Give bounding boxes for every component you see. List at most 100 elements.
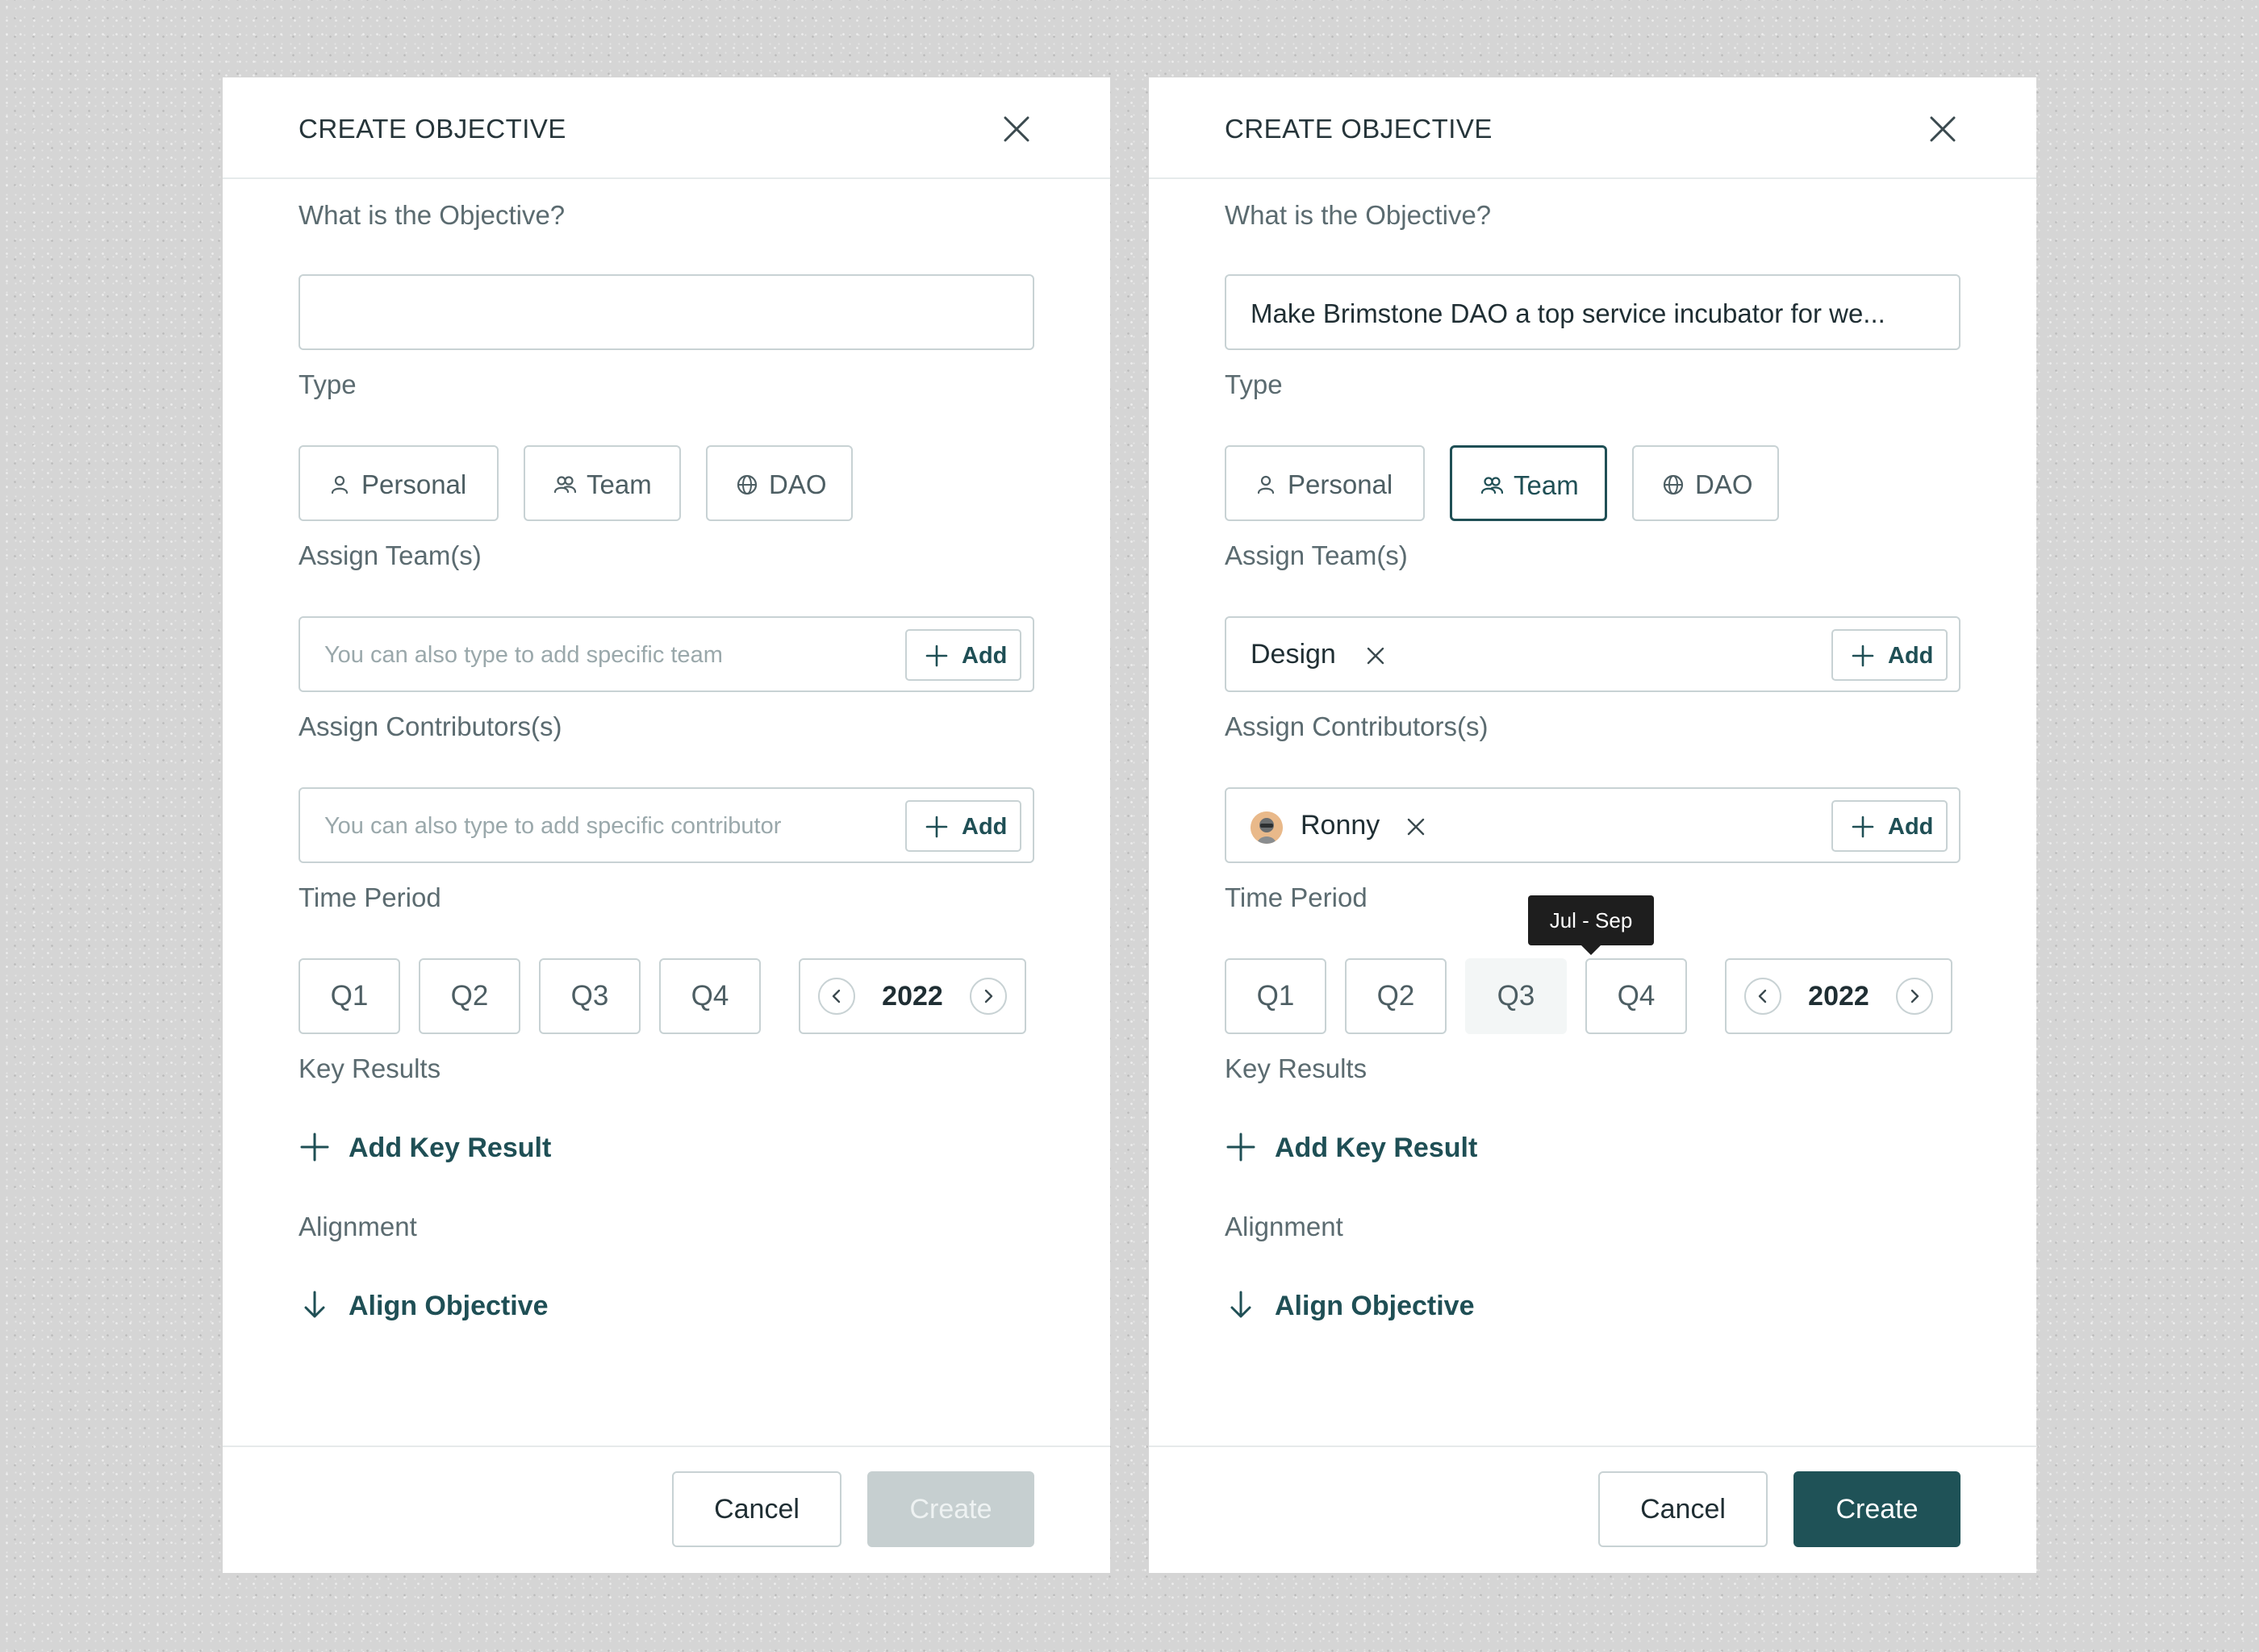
year-selector: 2022: [1725, 958, 1952, 1034]
key-results-label: Key Results: [1225, 1053, 1368, 1083]
contributor-chip-label: Ronny: [1301, 810, 1380, 841]
quarter-q2-button[interactable]: Q2: [1345, 958, 1447, 1034]
objective-label: What is the Objective?: [1225, 200, 1492, 230]
type-personal-button[interactable]: Personal: [1225, 445, 1425, 521]
quarter-tooltip: Jul - Sep: [1528, 895, 1654, 955]
objective-input[interactable]: [299, 274, 1034, 350]
quarter-q3-button[interactable]: Q3: [539, 958, 641, 1034]
tooltip-layer: Jul - Sep: [1225, 895, 1960, 955]
time-period-group: Q1 Q2 Q3 Q4 2022: [299, 958, 1034, 1034]
align-objective-label: Align Objective: [1275, 1291, 1475, 1321]
quarter-q3-button[interactable]: Q3: [1465, 958, 1567, 1034]
objective-input-value: Make Brimstone DAO a top service incubat…: [1251, 298, 1885, 328]
type-personal-button[interactable]: Personal: [299, 445, 499, 521]
team-icon: [553, 473, 577, 497]
assign-teams-input[interactable]: You can also type to add specific team A…: [299, 616, 1034, 692]
modal-title: CREATE OBJECTIVE: [299, 114, 566, 144]
team-icon: [1480, 473, 1504, 498]
assign-contributors-input[interactable]: You can also type to add specific contri…: [299, 787, 1034, 863]
align-objective-link[interactable]: Align Objective: [299, 1289, 565, 1325]
quarter-q1-button[interactable]: Q1: [299, 958, 400, 1034]
align-objective-link[interactable]: Align Objective: [1225, 1289, 1491, 1325]
remove-contributor-button[interactable]: [1404, 815, 1428, 839]
next-year-button[interactable]: [1896, 978, 1933, 1015]
type-label: Type: [299, 369, 357, 399]
quarter-q4-button[interactable]: Q4: [659, 958, 761, 1034]
add-key-result-label: Add Key Result: [349, 1133, 552, 1163]
add-key-result-link[interactable]: Add Key Result: [1225, 1131, 1483, 1166]
objective-input[interactable]: Make Brimstone DAO a top service incubat…: [1225, 274, 1960, 350]
add-contributor-button[interactable]: Add: [905, 800, 1021, 852]
type-dao-button[interactable]: DAO: [706, 445, 853, 521]
plus-icon: [1851, 815, 1875, 839]
assign-contributors-label: Assign Contributors(s): [1225, 711, 1489, 741]
type-group: Personal Team DAO: [1225, 445, 1960, 521]
type-group: Personal Team DAO: [299, 445, 1034, 521]
create-button[interactable]: Create: [867, 1471, 1034, 1547]
quarter-q2-button[interactable]: Q2: [419, 958, 520, 1034]
close-icon: [1407, 818, 1425, 836]
type-personal-label: Personal: [1288, 469, 1393, 499]
quarter-q1-button[interactable]: Q1: [1225, 958, 1326, 1034]
alignment-label: Alignment: [299, 1212, 417, 1241]
assign-teams-input[interactable]: Design Add: [1225, 616, 1960, 692]
type-dao-button[interactable]: DAO: [1632, 445, 1779, 521]
add-team-label: Add: [962, 643, 1008, 669]
plus-icon: [299, 1131, 331, 1163]
type-dao-label: DAO: [769, 469, 827, 499]
add-contributor-label: Add: [1888, 814, 1934, 840]
assign-contributors-input[interactable]: Ronny Add: [1225, 787, 1960, 863]
person-icon: [1254, 473, 1278, 497]
arrow-down-icon: [1225, 1289, 1257, 1321]
assign-contributors-label: Assign Contributors(s): [299, 711, 562, 741]
add-team-label: Add: [1888, 643, 1934, 669]
chevron-right-icon: [984, 989, 993, 1003]
avatar: [1251, 811, 1283, 844]
arrow-down-icon: [299, 1289, 331, 1321]
type-team-button[interactable]: Team: [524, 445, 681, 521]
close-button[interactable]: [999, 111, 1034, 147]
type-team-button[interactable]: Team: [1450, 445, 1607, 521]
quarter-q4-button[interactable]: Q4: [1585, 958, 1687, 1034]
plus-icon: [1225, 1131, 1257, 1163]
create-objective-modal-empty: CREATE OBJECTIVE What is the Objective? …: [223, 77, 1110, 1573]
add-team-button[interactable]: Add: [905, 629, 1021, 681]
team-chip-label: Design: [1251, 639, 1336, 670]
align-objective-label: Align Objective: [349, 1291, 549, 1321]
add-contributor-button[interactable]: Add: [1831, 800, 1948, 852]
cancel-button[interactable]: Cancel: [672, 1471, 841, 1547]
key-results-label: Key Results: [299, 1053, 441, 1083]
chevron-right-icon: [1910, 989, 1919, 1003]
type-team-label: Team: [1514, 470, 1579, 500]
time-period-group: Q1 Q2 Q3 Q4 2022: [1225, 958, 1960, 1034]
modal-footer: Cancel Create: [223, 1446, 1110, 1573]
globe-icon: [1661, 473, 1685, 497]
objective-label: What is the Objective?: [299, 200, 566, 230]
modal-header: CREATE OBJECTIVE: [1149, 77, 2036, 179]
assign-teams-label: Assign Team(s): [1225, 540, 1408, 570]
modal-footer: Cancel Create: [1149, 1446, 2036, 1573]
close-icon: [1004, 116, 1029, 142]
create-objective-modal-filled: CREATE OBJECTIVE What is the Objective? …: [1149, 77, 2036, 1573]
cancel-button[interactable]: Cancel: [1598, 1471, 1768, 1547]
remove-team-button[interactable]: [1363, 644, 1388, 668]
add-key-result-label: Add Key Result: [1275, 1133, 1478, 1163]
add-team-button[interactable]: Add: [1831, 629, 1948, 681]
time-period-label: Time Period: [299, 882, 441, 912]
plus-icon: [925, 644, 949, 668]
close-button[interactable]: [1925, 111, 1960, 147]
plus-icon: [1851, 644, 1875, 668]
type-team-label: Team: [587, 469, 652, 499]
add-key-result-link[interactable]: Add Key Result: [299, 1131, 557, 1166]
plus-icon: [925, 815, 949, 839]
alignment-label: Alignment: [1225, 1212, 1343, 1241]
assign-contributors-placeholder: You can also type to add specific contri…: [324, 813, 782, 839]
assign-teams-placeholder: You can also type to add specific team: [324, 642, 723, 668]
create-button[interactable]: Create: [1793, 1471, 1960, 1547]
next-year-button[interactable]: [970, 978, 1007, 1015]
globe-icon: [735, 473, 759, 497]
type-dao-label: DAO: [1695, 469, 1753, 499]
contributor-chip: Ronny: [1301, 810, 1446, 845]
assign-teams-label: Assign Team(s): [299, 540, 482, 570]
add-contributor-label: Add: [962, 814, 1008, 840]
